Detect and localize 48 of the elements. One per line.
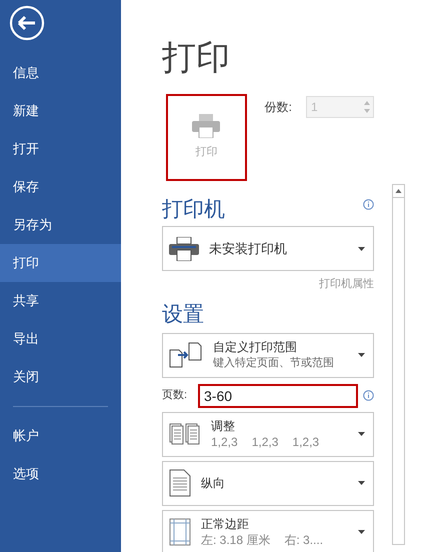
sidebar-item[interactable]: 共享 — [0, 282, 121, 320]
printer-icon — [169, 236, 199, 260]
section-heading: 设置 — [162, 302, 205, 326]
info-icon[interactable] — [363, 390, 374, 401]
dropdown-title: 纵向 — [201, 475, 226, 491]
dropdown-subtitle: 1,2,3 — [211, 434, 238, 450]
dropdown-subtitle: 左: 3.18 厘米 — [201, 532, 270, 548]
sidebar-item[interactable]: 关闭 — [0, 358, 121, 396]
sidebar-item[interactable]: 打开 — [0, 130, 121, 168]
dropdown-subtitle: 1,2,3 — [292, 434, 320, 450]
pages-input[interactable]: 3-60 — [198, 384, 358, 408]
sidebar-item[interactable]: 打印 — [0, 244, 121, 282]
caret-icon — [358, 481, 365, 485]
section-heading: 打印机 — [162, 198, 225, 222]
dropdown-subtitle: 右: 3.... — [284, 532, 324, 548]
caret-icon — [358, 530, 365, 534]
sidebar-item[interactable]: 选项 — [0, 455, 121, 493]
dropdown-title: 正常边距 — [201, 516, 250, 532]
caret-icon — [358, 246, 365, 250]
dropdown-title: 自定义打印范围 — [213, 338, 298, 354]
copies-label: 份数: — [264, 99, 292, 116]
dropdown-subtitle: 1,2,3 — [252, 434, 278, 450]
pages-label: 页数: — [162, 388, 188, 404]
sidebar-item[interactable]: 另存为 — [0, 206, 121, 244]
back-icon[interactable] — [9, 5, 45, 41]
pages-arrow-icon — [169, 342, 203, 368]
dropdown-title: 调整 — [211, 418, 236, 434]
info-icon[interactable] — [363, 199, 374, 210]
dropdown[interactable]: 调整 1,2,3 1,2,3 1,2,3 — [162, 412, 374, 456]
sidebar-item[interactable]: 帐户 — [0, 417, 121, 455]
stacked-pages-icon — [169, 423, 201, 445]
sidebar-item[interactable]: 信息 — [0, 54, 121, 92]
dropdown[interactable]: 正常边距 左: 3.18 厘米 右: 3.... — [162, 510, 374, 552]
caret-icon — [358, 353, 365, 357]
margins-page-icon — [169, 518, 191, 546]
sidebar-item[interactable]: 保存 — [0, 168, 121, 206]
dropdown-subtitle: 键入特定页面、节或范围 — [213, 356, 335, 370]
caret-icon — [358, 432, 365, 436]
dropdown-value: 未安装打印机 — [209, 240, 288, 258]
dropdown[interactable]: 纵向 — [162, 460, 374, 506]
sidebar-item[interactable]: 新建 — [0, 92, 121, 130]
dropdown[interactable]: 自定义打印范围 键入特定页面、节或范围 — [162, 332, 374, 378]
portrait-page-icon — [169, 469, 191, 497]
sidebar-item[interactable]: 导出 — [0, 320, 121, 358]
page-heading: 打印 — [162, 38, 231, 79]
scrollbar[interactable] — [392, 184, 405, 545]
dropdown[interactable]: 未安装打印机 — [162, 226, 374, 271]
printer-icon — [192, 114, 220, 138]
